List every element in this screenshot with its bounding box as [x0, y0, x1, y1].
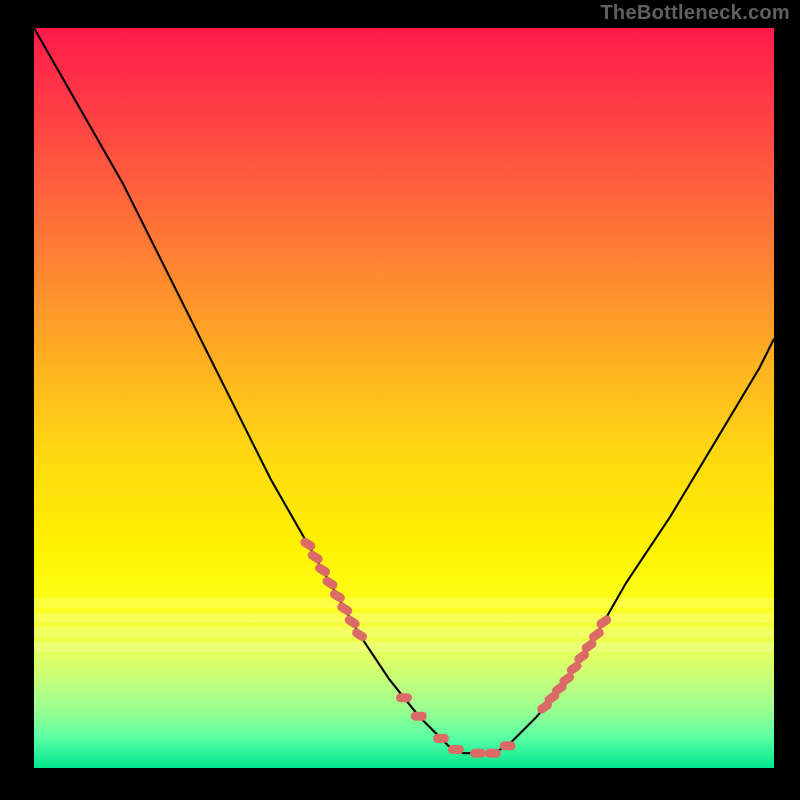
light-band: [34, 627, 774, 637]
chart-root: TheBottleneck.com: [0, 0, 800, 800]
gradient-background: [34, 28, 774, 768]
light-band: [34, 642, 774, 652]
light-band: [34, 598, 774, 608]
plot-area: [34, 28, 774, 768]
light-band: [34, 613, 774, 623]
watermark-text: TheBottleneck.com: [600, 2, 790, 25]
